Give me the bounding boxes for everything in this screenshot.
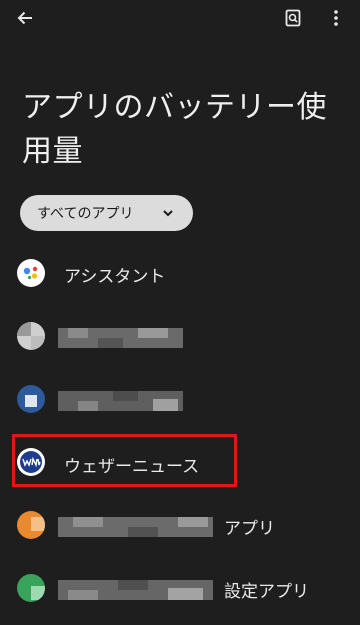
document-search-icon	[285, 9, 301, 27]
redacted-label	[58, 391, 183, 411]
google-assistant-icon	[17, 259, 45, 287]
app-row-redacted[interactable]	[0, 375, 360, 423]
highlight-box	[12, 434, 237, 487]
app-icon	[17, 511, 45, 539]
app-filter-dropdown[interactable]: すべてのアプリ	[20, 195, 193, 231]
back-button[interactable]	[10, 4, 40, 32]
chevron-down-icon	[163, 210, 173, 217]
filter-selected-label: すべてのアプリ	[37, 206, 134, 222]
page-title-line-2: 用量	[22, 134, 83, 169]
app-icon	[17, 385, 45, 413]
app-label: アシスタント	[64, 267, 166, 287]
app-icon	[17, 322, 45, 350]
redacted-label	[58, 580, 213, 600]
app-row-redacted[interactable]	[0, 312, 360, 360]
search-button[interactable]	[278, 4, 308, 32]
app-row-redacted[interactable]: アプリ	[0, 501, 360, 549]
arrow-left-icon	[17, 11, 32, 25]
app-label: 設定アプリ	[224, 582, 309, 602]
more-vert-icon	[334, 10, 338, 26]
more-options-button[interactable]	[322, 4, 350, 32]
app-row-assistant[interactable]: アシスタント	[0, 249, 360, 297]
redacted-label	[58, 517, 213, 537]
top-app-bar	[0, 0, 360, 36]
app-row-redacted[interactable]: 設定アプリ	[0, 564, 360, 612]
page-title-line-1: アプリのバッテリー使	[22, 90, 327, 125]
page-title: アプリのバッテリー使 用量	[22, 86, 342, 174]
app-label: アプリ	[224, 519, 275, 539]
app-icon	[17, 574, 45, 602]
redacted-label	[58, 328, 183, 348]
